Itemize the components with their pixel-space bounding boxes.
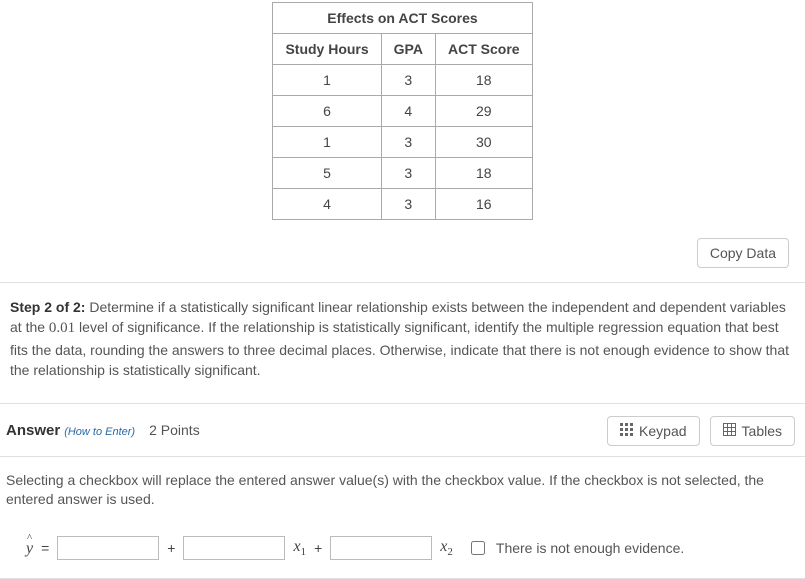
col-header-gpa: GPA [381,34,435,65]
x2-symbol: x2 [440,538,453,558]
step-label: Step 2 of 2: [10,299,85,315]
col-header-act-score: ACT Score [435,34,532,65]
answer-bar: Answer (How to Enter) 2 Points Keypad Ta… [0,404,805,457]
significance-level: 0.01 [49,320,75,336]
points-label: 2 Points [149,422,200,438]
not-enough-evidence-label: There is not enough evidence. [496,540,684,556]
col-header-study-hours: Study Hours [273,34,381,65]
tables-label: Tables [742,423,782,439]
table-row: 4 3 16 [273,189,532,220]
y-hat-symbol: ^y [26,538,33,558]
table-row: 6 4 29 [273,96,532,127]
keypad-button[interactable]: Keypad [607,416,699,446]
regression-equation: ^y = + x1 + x2 There is not enough evide… [6,536,795,560]
coef-x1-input[interactable] [183,536,285,560]
copy-data-label: Copy Data [710,245,776,261]
table-title: Effects on ACT Scores [273,3,532,34]
answer-left: Answer (How to Enter) 2 Points [6,422,200,439]
x1-symbol: x1 [293,538,306,558]
tables-icon [723,423,736,439]
intercept-input[interactable] [57,536,159,560]
copy-data-button[interactable]: Copy Data [697,238,789,268]
copy-data-row: Copy Data [10,220,795,272]
step-text-after: level of significance. If the relationsh… [10,319,789,378]
coef-x2-input[interactable] [330,536,432,560]
plus-sign-1: + [167,540,175,556]
data-table: Effects on ACT Scores Study Hours GPA AC… [272,2,532,220]
problem-content: Effects on ACT Scores Study Hours GPA AC… [0,0,805,283]
plus-sign-2: + [314,540,322,556]
table-row: 5 3 18 [273,158,532,189]
keypad-icon [620,423,633,439]
keypad-label: Keypad [639,423,686,439]
not-enough-evidence-checkbox[interactable] [471,541,485,555]
data-table-container: Effects on ACT Scores Study Hours GPA AC… [10,0,795,220]
answer-right: Keypad Tables [607,416,795,446]
answer-body: Selecting a checkbox will replace the en… [0,457,805,579]
table-row: 1 3 30 [273,127,532,158]
table-row: 1 3 18 [273,65,532,96]
how-to-enter-link[interactable]: (How to Enter) [64,426,135,438]
tables-button[interactable]: Tables [710,416,795,446]
equals-sign: = [41,540,49,556]
answer-hint: Selecting a checkbox will replace the en… [6,471,795,510]
answer-label: Answer [6,422,60,439]
step-instructions: Step 2 of 2: Determine if a statisticall… [0,283,805,404]
